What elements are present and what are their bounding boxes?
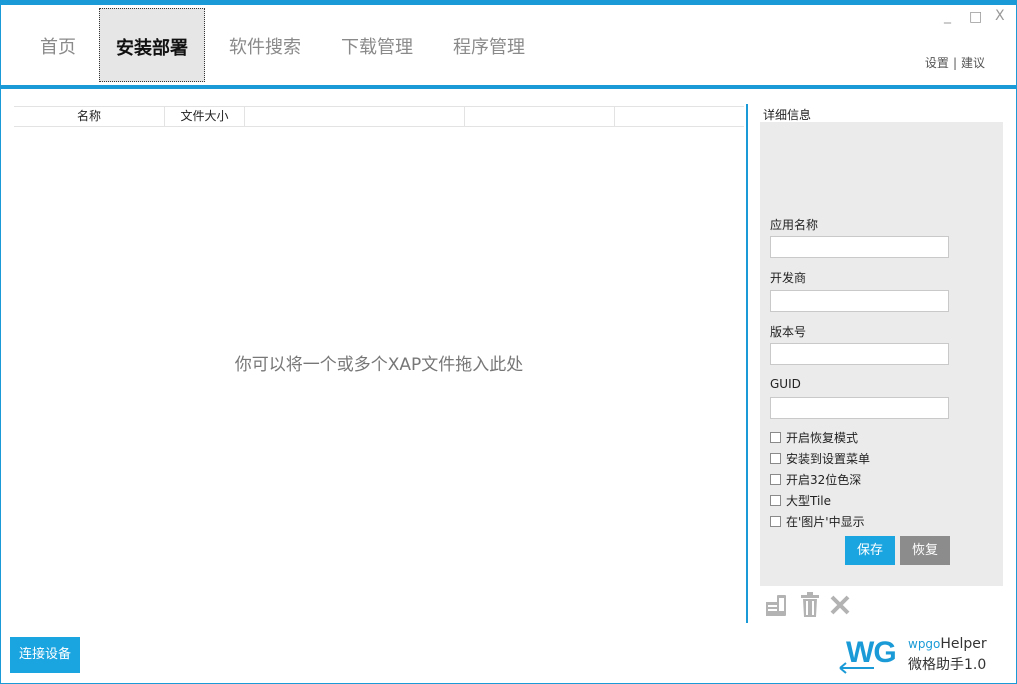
checkbox[interactable]	[770, 474, 781, 485]
column-name[interactable]: 名称	[14, 107, 165, 126]
header-divider	[0, 85, 1017, 89]
window-border-left	[0, 0, 1, 684]
tab-program-manager[interactable]: 程序管理	[453, 28, 525, 68]
logo-helper-text: wpgoHelper	[908, 636, 987, 652]
developer-label: 开发商	[770, 271, 807, 285]
logo-mark: WG	[846, 636, 897, 669]
option-recovery-mode[interactable]: 开启恢复模式	[770, 430, 858, 446]
restore-button[interactable]: 恢复	[900, 536, 950, 565]
details-title: 详细信息	[763, 108, 812, 122]
connect-device-button[interactable]: 连接设备	[10, 637, 80, 673]
version-input[interactable]	[770, 343, 949, 365]
logo-product-name: 微格助手1.0	[908, 657, 987, 673]
column-file-size[interactable]: 文件大小	[165, 107, 245, 126]
checkbox[interactable]	[770, 516, 781, 527]
guid-label: GUID	[770, 377, 801, 391]
version-label: 版本号	[770, 325, 807, 339]
option-label: 开启32位色深	[786, 473, 862, 487]
column-4[interactable]	[465, 107, 615, 126]
column-3[interactable]	[245, 107, 465, 126]
top-links: 设置 | 建议	[925, 54, 985, 71]
option-install-to-settings[interactable]: 安装到设置菜单	[770, 451, 870, 467]
developer-input[interactable]	[770, 290, 949, 312]
logo-helper: Helper	[940, 636, 987, 652]
column-5[interactable]	[615, 107, 744, 126]
checkbox[interactable]	[770, 453, 781, 464]
top-accent-line	[0, 0, 1017, 5]
link-separator: |	[952, 56, 957, 70]
option-show-in-pictures[interactable]: 在'图片'中显示	[770, 514, 865, 530]
checkbox[interactable]	[770, 432, 781, 443]
tab-install-deploy[interactable]: 安装部署	[99, 8, 205, 82]
option-label: 安装到设置菜单	[786, 452, 871, 466]
app-logo: WG wpgoHelper 微格助手1.0	[838, 634, 1008, 678]
close-window-button[interactable]: X	[995, 8, 1005, 24]
trash-icon[interactable]	[798, 592, 822, 618]
close-icon[interactable]	[828, 592, 852, 618]
tab-download-manager[interactable]: 下载管理	[341, 28, 413, 68]
drop-zone-hint: 你可以将一个或多个XAP文件拖入此处	[234, 355, 524, 375]
app-name-input[interactable]	[770, 236, 949, 258]
app-name-label: 应用名称	[770, 218, 819, 232]
checkbox[interactable]	[770, 495, 781, 506]
feedback-link[interactable]: 建议	[961, 56, 985, 70]
maximize-button[interactable]: □	[969, 9, 982, 25]
logo-wpgo: wpgo	[908, 637, 941, 651]
option-label: 在'图片'中显示	[786, 515, 865, 529]
guid-input[interactable]	[770, 397, 949, 419]
settings-link[interactable]: 设置	[925, 56, 949, 70]
option-label: 大型Tile	[786, 494, 832, 508]
option-32bit-color[interactable]: 开启32位色深	[770, 472, 861, 488]
minimize-button[interactable]: _	[944, 8, 951, 24]
file-list-header: 名称 文件大小	[14, 106, 744, 127]
list-panel-divider	[746, 104, 748, 623]
option-large-tile[interactable]: 大型Tile	[770, 493, 831, 509]
device-icon[interactable]	[764, 592, 788, 618]
tab-home[interactable]: 首页	[40, 28, 76, 68]
save-button[interactable]: 保存	[845, 536, 895, 565]
tab-software-search[interactable]: 软件搜索	[229, 28, 301, 68]
option-label: 开启恢复模式	[786, 431, 859, 445]
